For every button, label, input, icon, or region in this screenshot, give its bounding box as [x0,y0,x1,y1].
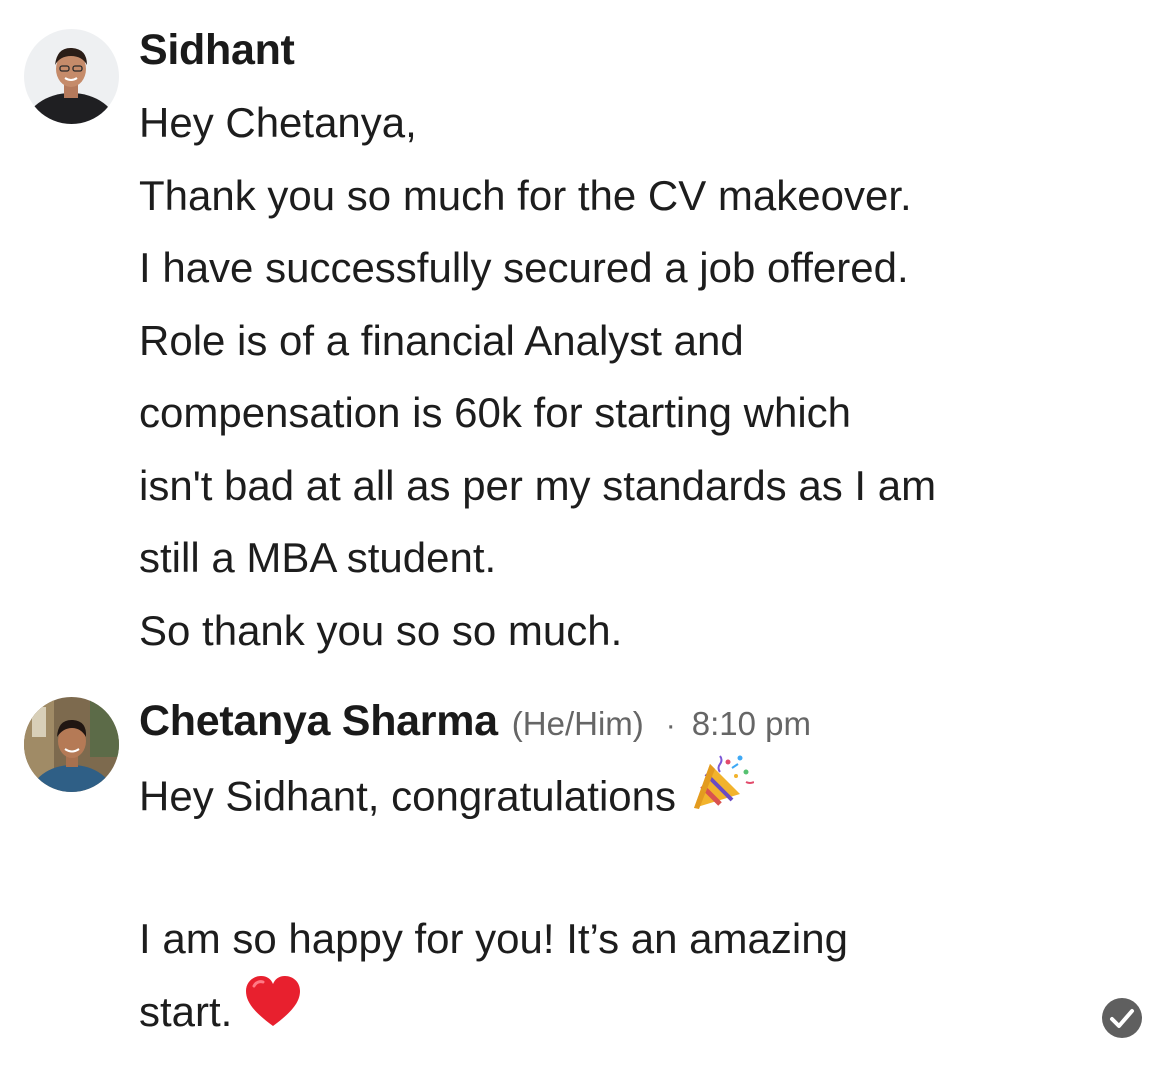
message-line: still a MBA student. [139,534,497,581]
message-line: isn't bad at all as per my standards as … [139,461,937,509]
sender-row: Chetanya Sharma (He/Him) · 8:10 pm [139,697,1129,757]
timestamp: 8:10 pm [691,705,811,742]
message-line: I am so happy for you! It’s an amazing [139,915,848,962]
meta-separator: · [665,709,676,742]
message-line [139,831,1129,904]
message-line: Hey Chetanya, [139,99,417,146]
read-receipt-check-icon [1101,997,1143,1039]
message-line: compensation is 60k for starting which [139,389,852,436]
sender-name[interactable]: Chetanya Sharma [139,697,498,746]
message-line-text: start. [139,987,233,1035]
red-heart-emoji-icon [244,974,302,1051]
avatar-chetanya[interactable] [24,697,119,792]
message-line: start. [139,976,1129,1049]
avatar-sidhant[interactable] [24,29,119,124]
message-line: Role is of a financial Analyst and [139,316,744,364]
message-line: Hey Sidhant, congratulations [139,755,1129,831]
message-line: I have successfully secured a job offere… [139,244,909,291]
message-line: Thank you so much for the CV makeover. [139,171,912,219]
message-line: So thank you so so much. [139,606,623,654]
sender-name[interactable]: Sidhant [139,26,295,75]
pronouns: (He/Him) [511,705,644,742]
sender-row: Sidhant [139,26,1129,86]
message-line-text: Hey Sidhant, congratulations [139,772,676,820]
party-popper-emoji-icon [688,752,755,835]
